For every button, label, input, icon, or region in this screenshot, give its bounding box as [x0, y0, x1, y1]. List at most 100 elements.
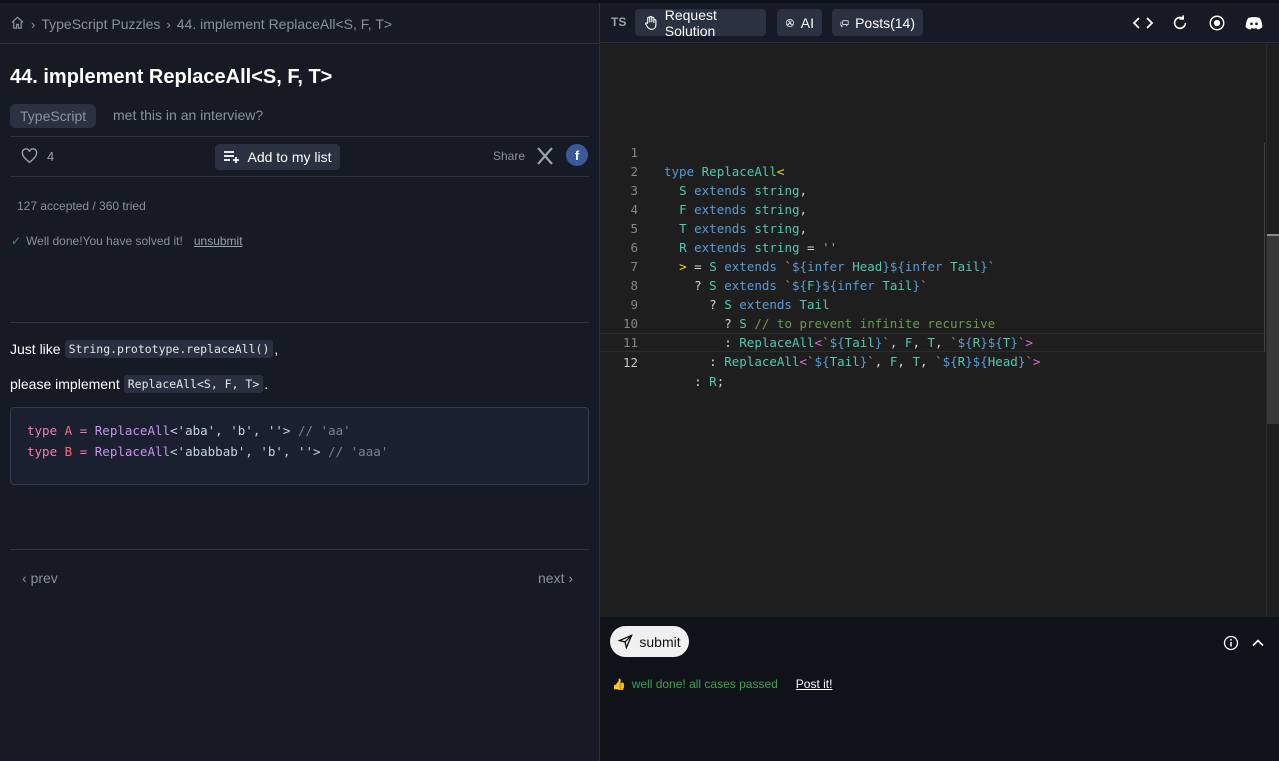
editor-line: 6 > = S extends `${infer Head}${infer Ta… [600, 219, 1266, 274]
editor-scrollbar[interactable] [1266, 44, 1279, 617]
editor-line: 1 type ReplaceAll< [600, 124, 1266, 179]
divider [10, 549, 589, 550]
heart-icon [21, 148, 38, 164]
divider [10, 136, 589, 137]
check-icon: ✓ [11, 234, 22, 248]
request-solution-label: Request Solution [664, 6, 717, 39]
code-keyword: type [27, 444, 58, 459]
editor-panel: TS Request Solution AI Posts(14) 1 type … [600, 3, 1279, 761]
code-args: <'ababbab', 'b', ''> [170, 444, 321, 459]
playlist-add-icon [224, 151, 240, 163]
submit-panel: submit 👍 well done! all cases passed Pos… [600, 617, 1279, 761]
posts-label: Posts(14) [855, 14, 915, 31]
code-comment: // 'aa' [297, 423, 351, 438]
acceptance-stats: 127 accepted / 360 tried [17, 199, 146, 213]
submit-label: submit [639, 633, 681, 650]
add-to-list-label: Add to my list [247, 149, 332, 165]
next-link[interactable]: next › [538, 570, 573, 586]
editor-toolbar: TS Request Solution AI Posts(14) [600, 3, 1279, 43]
breadcrumb-separator: › [31, 16, 36, 32]
solved-status: ✓ Well done!You have solved it! unsubmit [11, 234, 243, 248]
indent-guide [1264, 143, 1265, 352]
code-keyword: type [27, 423, 58, 438]
post-it-link[interactable]: Post it! [796, 677, 833, 691]
description-text: please implement [10, 376, 120, 392]
result-text: well done! all cases passed [631, 677, 778, 691]
result-message: 👍 well done! all cases passed Post it! [612, 677, 832, 691]
editor-line: 3 F extends string, [600, 162, 1266, 217]
record-icon[interactable] [1207, 13, 1227, 33]
chat-icon [840, 19, 849, 27]
prev-link[interactable]: ‹ prev [22, 570, 58, 586]
inline-code: ReplaceAll<S, F, T> [123, 375, 264, 393]
submit-button[interactable]: submit [610, 626, 689, 657]
divider [10, 176, 589, 177]
info-icon[interactable] [1223, 635, 1239, 651]
code-operator: = [79, 423, 88, 438]
add-to-list-button[interactable]: Add to my list [215, 144, 340, 170]
description-text: , [274, 341, 279, 357]
code-editor[interactable]: 1 type ReplaceAll< 2 S extends string, 3… [600, 44, 1279, 617]
like-count: 4 [47, 148, 55, 164]
code-function: ReplaceAll [94, 444, 171, 459]
like-button[interactable]: 4 [21, 148, 54, 164]
home-icon[interactable] [10, 15, 25, 33]
code-args: <'aba', 'b', ''> [170, 423, 291, 438]
editor-line: 11 : ReplaceAll<`${Tail}`, F, T, `${R}${… [600, 314, 1266, 369]
discord-icon[interactable] [1244, 13, 1264, 33]
code-comment: // 'aaa' [328, 444, 389, 459]
ai-label: AI [800, 14, 814, 31]
line-code: : ReplaceAll<`${Tail}`, F, T, `${R}${Hea… [709, 354, 1041, 369]
unsubmit-link[interactable]: unsubmit [194, 234, 243, 248]
openai-icon [785, 18, 794, 27]
code-function: ReplaceAll [94, 423, 171, 438]
scrollbar-thumb[interactable] [1267, 236, 1279, 424]
editor-line: 8 ? S extends Tail [600, 257, 1266, 312]
code-identifier: B [64, 444, 73, 459]
x-share-icon[interactable] [535, 146, 555, 166]
next-label: next [538, 570, 565, 586]
hand-icon [645, 15, 657, 30]
ai-button[interactable]: AI [777, 9, 822, 36]
editor-line: 2 S extends string, [600, 143, 1266, 198]
code-operator: = [79, 444, 88, 459]
breadcrumb-item-puzzles[interactable]: TypeScript Puzzles [41, 16, 160, 32]
divider [10, 322, 589, 323]
description-line-2: please implement ReplaceAll<S, F, T>. [10, 375, 268, 393]
line-code: : R; [694, 374, 725, 389]
editor-line: 9 ? S // to prevent infinite recursive [600, 276, 1266, 331]
breadcrumb-separator: › [166, 16, 171, 32]
request-solution-button[interactable]: Request Solution [635, 6, 766, 39]
share-label: Share [493, 149, 526, 163]
facebook-share-icon[interactable]: f [566, 144, 588, 166]
refresh-icon[interactable] [1170, 13, 1190, 33]
editor-line: 4 T extends string, [600, 181, 1266, 236]
tag-typescript[interactable]: TypeScript [10, 104, 97, 128]
posts-button[interactable]: Posts(14) [832, 9, 923, 36]
app-root: › TypeScript Puzzles › 44. implement Rep… [0, 0, 1279, 761]
line-number: 12 [622, 355, 638, 370]
editor-line: 10 : ReplaceAll<`${Tail}`, F, T, `${R}${… [600, 295, 1266, 350]
chevron-up-icon[interactable] [1250, 635, 1266, 651]
example-code-block: type A = ReplaceAll<'aba', 'b', ''> // '… [10, 407, 589, 485]
breadcrumb: › TypeScript Puzzles › 44. implement Rep… [10, 13, 392, 35]
solved-text: Well done!You have solved it! [26, 234, 183, 248]
send-icon [618, 634, 634, 649]
header-divider [0, 43, 599, 44]
met-in-interview-link[interactable]: met this in an interview? [113, 107, 263, 123]
editor-line-current: 12 : R; [600, 333, 1266, 389]
editor-line: 5 R extends string = '' [600, 200, 1266, 255]
example-line-1: type A = ReplaceAll<'aba', 'b', ''> // '… [27, 420, 572, 441]
thumbs-up-icon: 👍 [612, 678, 626, 691]
breadcrumb-item-current: 44. implement ReplaceAll<S, F, T> [176, 16, 393, 32]
page-title: 44. implement ReplaceAll<S, F, T> [10, 66, 333, 88]
code-icon[interactable] [1133, 13, 1153, 33]
description-line-1: Just like String.prototype.replaceAll(), [10, 340, 278, 358]
description-text: Just like [10, 341, 61, 357]
language-indicator: TS [611, 15, 627, 29]
prev-label: prev [30, 570, 58, 586]
inline-code: String.prototype.replaceAll() [64, 340, 274, 358]
code-identifier: A [64, 423, 73, 438]
example-line-2: type B = ReplaceAll<'ababbab', 'b', ''> … [27, 441, 572, 462]
problem-panel: › TypeScript Puzzles › 44. implement Rep… [0, 3, 599, 761]
